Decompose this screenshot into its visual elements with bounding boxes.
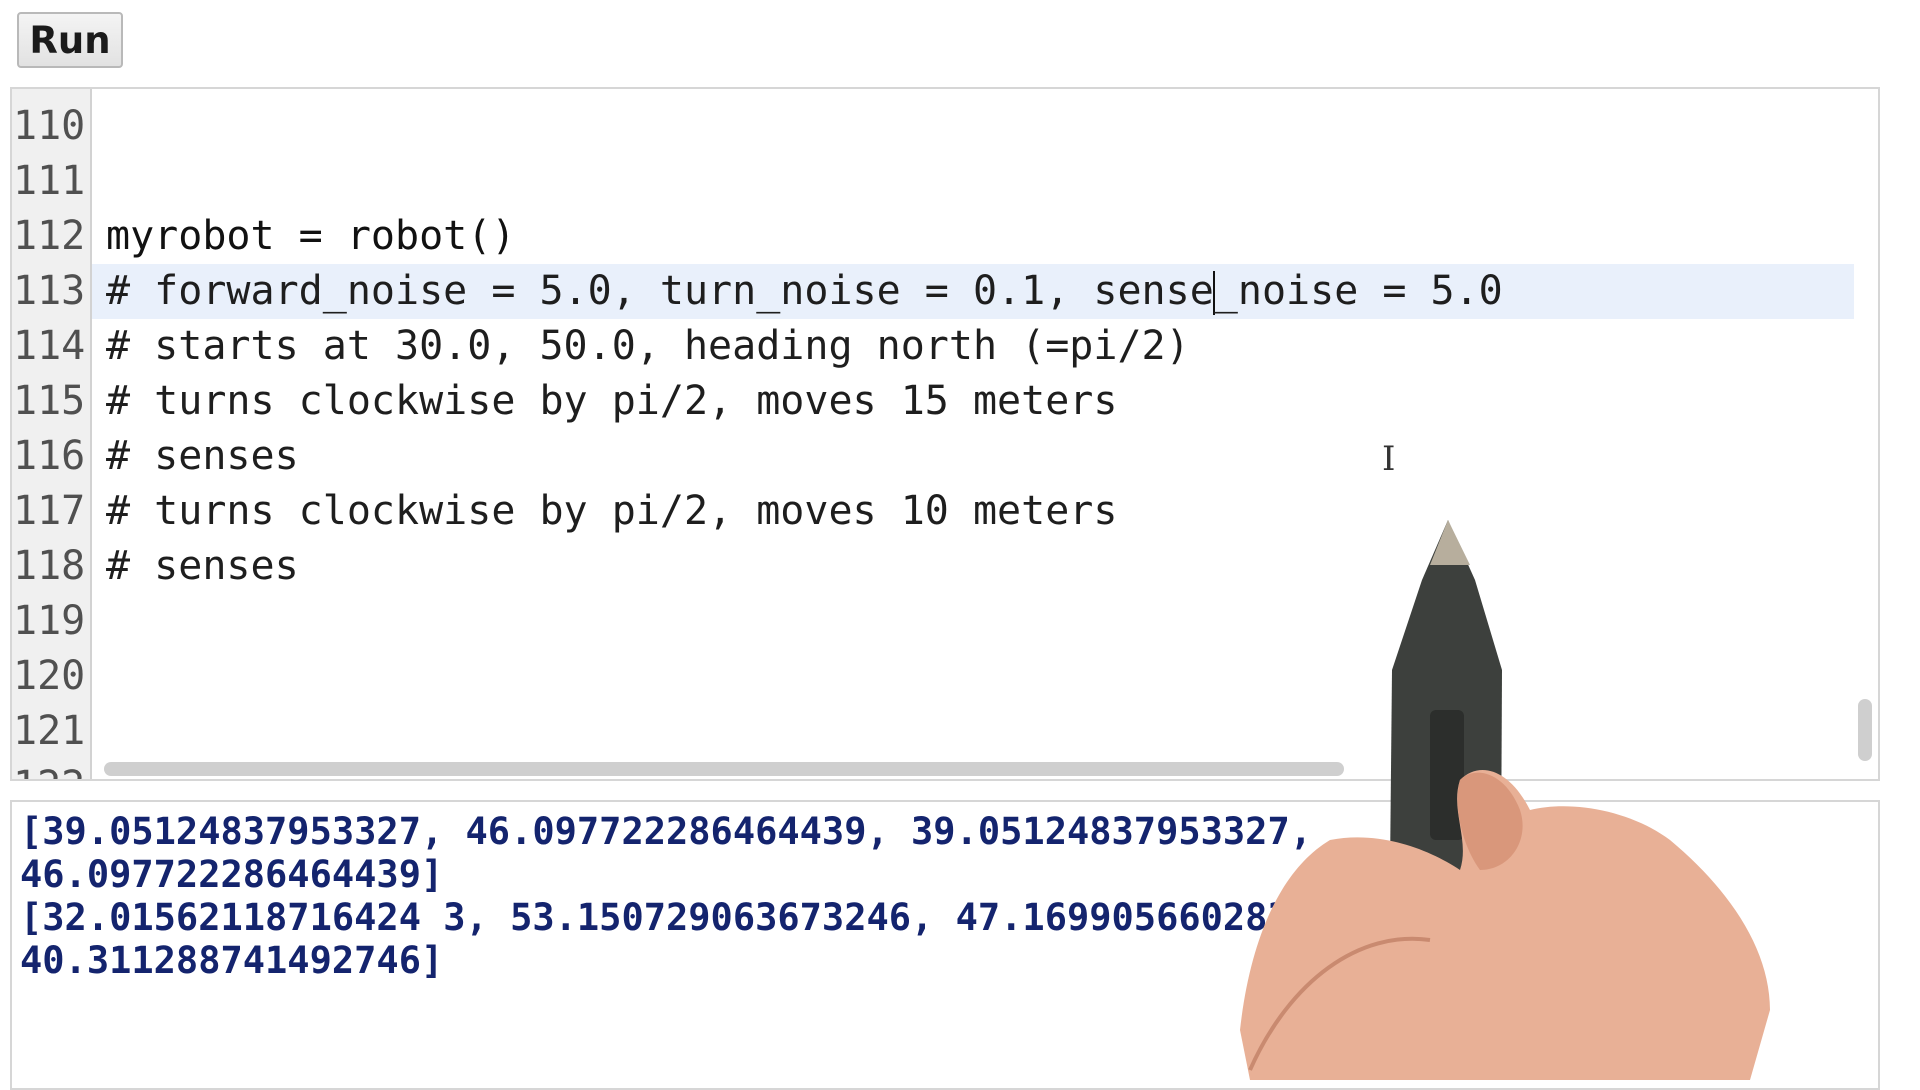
code-line[interactable]	[92, 154, 1854, 209]
code-line[interactable]	[92, 594, 1854, 649]
output-line: 46.097722286464439]	[20, 853, 444, 896]
code-line[interactable]: # starts at 30.0, 50.0, heading north (=…	[92, 319, 1854, 374]
line-number: 113	[13, 268, 86, 314]
line-number: 116	[13, 433, 86, 479]
output-panel: [39.05124837953327, 46.097722286464439, …	[10, 800, 1880, 1090]
line-number: 122	[12, 759, 90, 779]
line-number: 115	[13, 378, 86, 424]
run-button[interactable]: Run	[17, 12, 123, 68]
code-line[interactable]	[92, 649, 1854, 704]
code-line[interactable]: # turns clockwise by pi/2, moves 10 mete…	[92, 484, 1854, 539]
code-line[interactable]: myrobot = robot()	[92, 209, 1854, 264]
line-number: 117	[13, 488, 86, 534]
code-line[interactable]	[92, 704, 1854, 759]
line-number: 111	[13, 158, 86, 204]
code-line[interactable]	[92, 99, 1854, 154]
output-line: [39.05124837953327, 46.097722286464439, …	[20, 810, 1313, 853]
vertical-scrollbar[interactable]	[1858, 699, 1872, 761]
output-line: [32.01562118716424 3, 53.150729063673246…	[20, 896, 1402, 939]
code-line[interactable]: # senses	[92, 429, 1854, 484]
code-editor[interactable]: 110 111 112 113 114 115 116 117 118 119 …	[10, 87, 1880, 781]
code-line[interactable]: # senses	[92, 539, 1854, 594]
code-area[interactable]: myrobot = robot() # forward_noise = 5.0,…	[92, 99, 1854, 759]
line-number: 121	[13, 708, 86, 754]
line-number-gutter: 110 111 112 113 114 115 116 117 118 119 …	[12, 89, 92, 779]
line-number: 110	[13, 103, 86, 149]
active-code-line[interactable]: # forward_noise = 5.0, turn_noise = 0.1,…	[92, 264, 1854, 319]
output-line: 40.311288741492746]	[20, 939, 444, 982]
line-number: 118	[13, 543, 86, 589]
horizontal-scrollbar[interactable]	[104, 762, 1344, 776]
line-number: 120	[13, 653, 86, 699]
text-cursor-icon: I	[1382, 439, 1396, 479]
line-number: 112	[13, 213, 86, 259]
code-line[interactable]: # turns clockwise by pi/2, moves 15 mete…	[92, 374, 1854, 429]
line-number: 119	[13, 598, 86, 644]
code-text-after-caret: _noise = 5.0	[1213, 268, 1503, 314]
line-number: 114	[13, 323, 86, 369]
code-text-before-caret: # forward_noise = 5.0, turn_noise = 0.1,…	[106, 268, 1214, 314]
